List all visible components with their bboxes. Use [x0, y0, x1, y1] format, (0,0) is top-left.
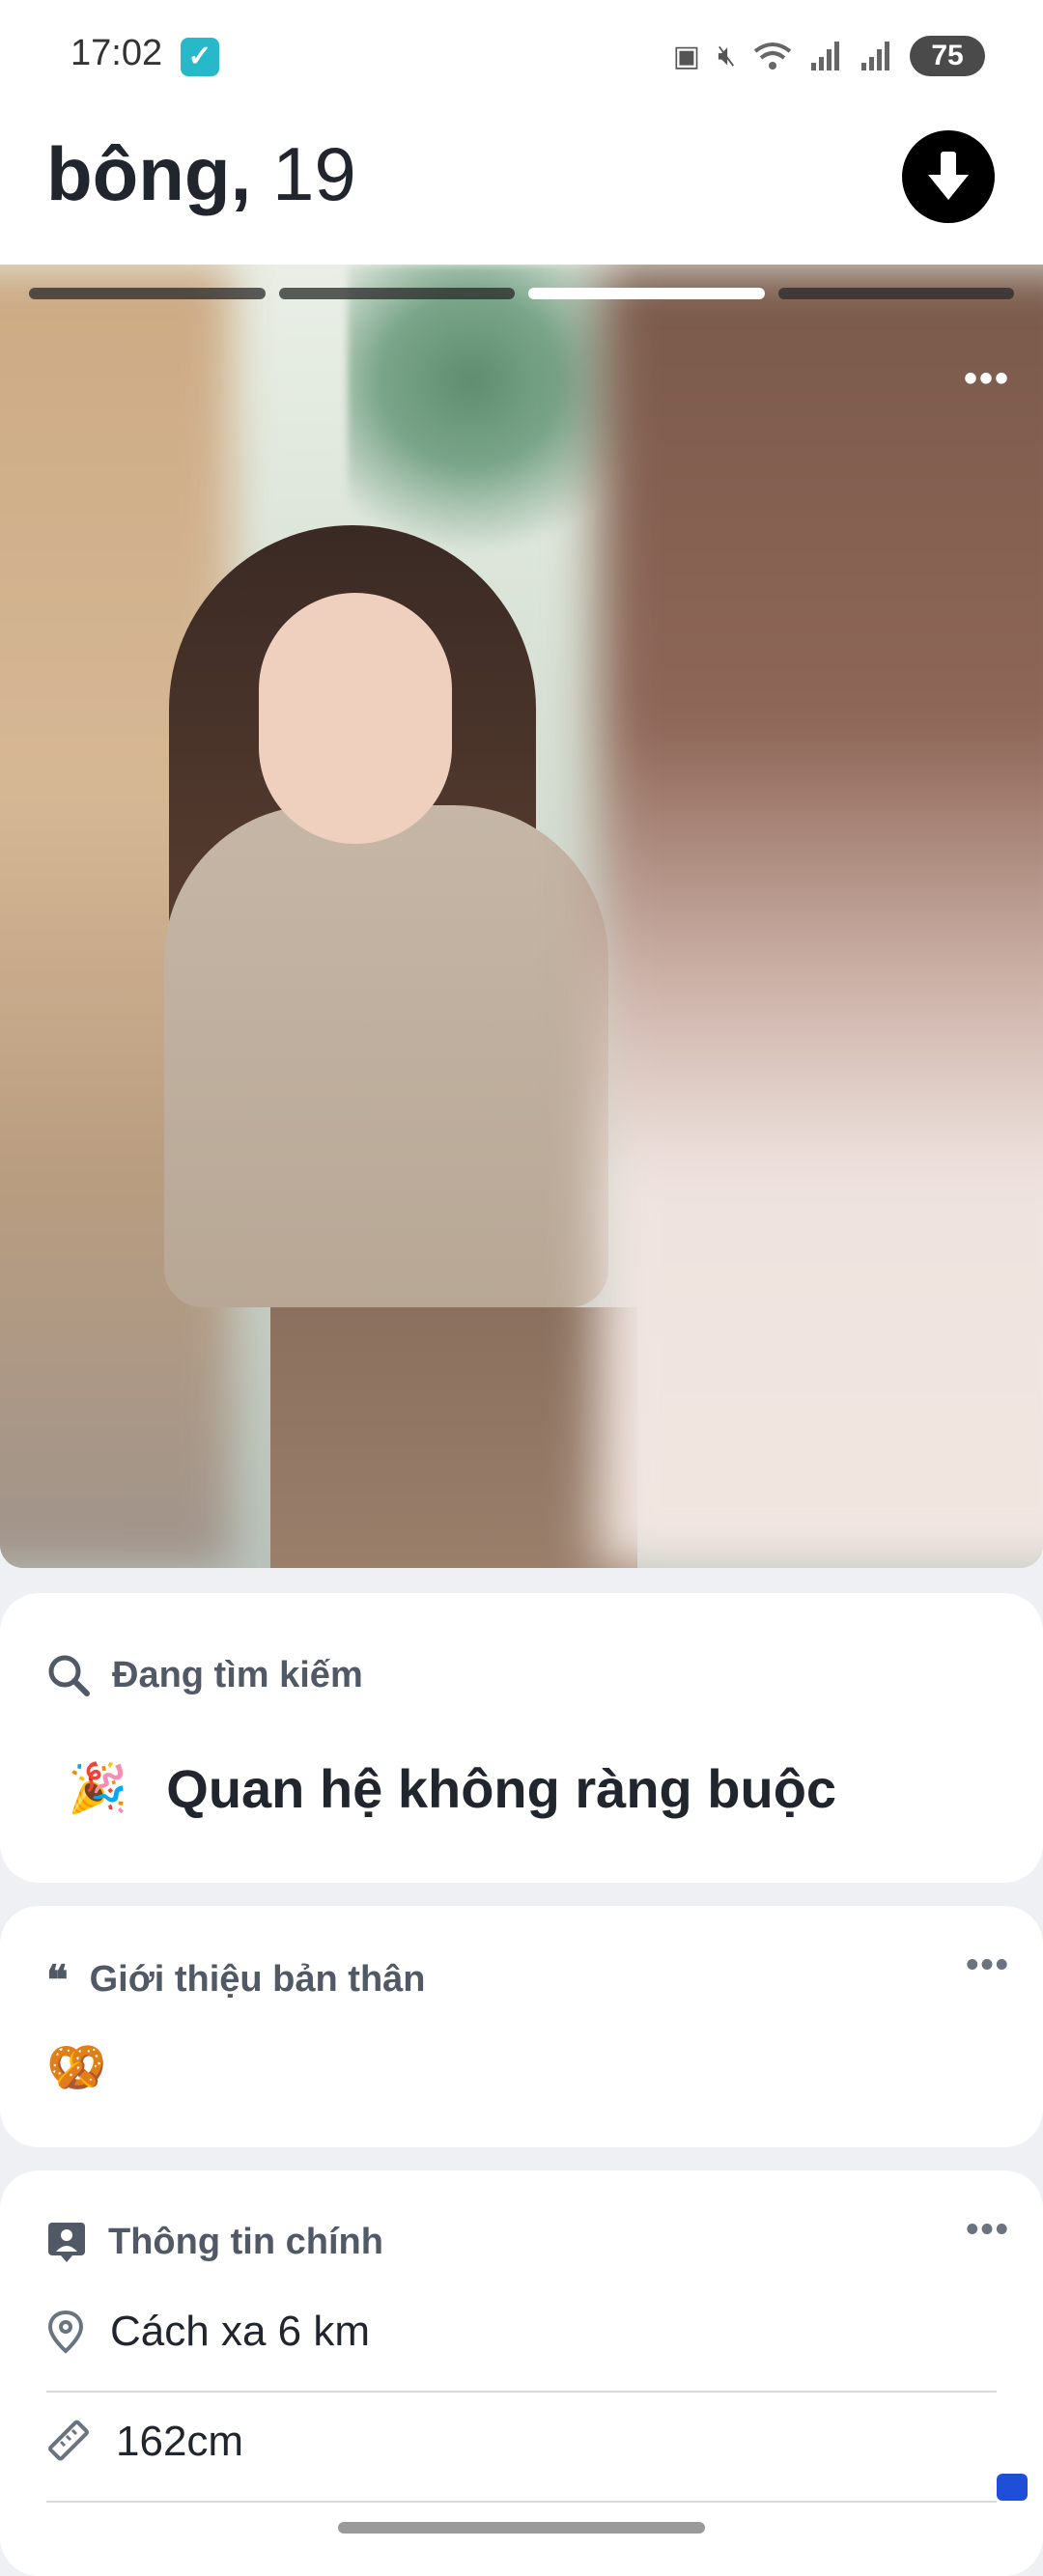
- location-pin-icon: [47, 2310, 84, 2354]
- looking-for-header: Đang tìm kiếm: [46, 1653, 363, 1697]
- pretzel-icon: 🥨: [46, 2040, 107, 2094]
- about-title: Giới thiệu bản thân: [89, 1959, 426, 2000]
- collapse-profile-button[interactable]: [902, 130, 995, 223]
- photo-more-options-button[interactable]: •••: [964, 357, 1010, 401]
- about-header: ❝ Giới thiệu bản thân: [46, 1956, 426, 2003]
- about-more-button[interactable]: •••: [966, 1945, 1010, 1986]
- profile-photo[interactable]: •••: [0, 265, 1043, 1568]
- status-bar: 17:02 ✓ ▣ 🔇︎ 75: [0, 0, 1043, 111]
- notification-icon: ▣: [672, 40, 701, 72]
- basics-title: Thông tin chính: [108, 2221, 383, 2262]
- looking-for-title: Đang tìm kiếm: [112, 1654, 363, 1695]
- quote-icon: ❝: [46, 1957, 69, 2002]
- basics-card: Thông tin chính ••• Cách xa 6 km 162cm: [0, 2170, 1043, 2576]
- basics-more-button[interactable]: •••: [966, 2209, 1010, 2251]
- person-top: [164, 805, 608, 1307]
- divider: [46, 2391, 997, 2393]
- person-face: [259, 593, 452, 844]
- status-time: 17:02: [70, 33, 163, 73]
- distance-row: Cách xa 6 km: [46, 2308, 370, 2356]
- blurred-foreground-right: [599, 265, 1043, 1568]
- photo-progress-segment-active[interactable]: [528, 288, 765, 299]
- basics-header: Thông tin chính: [46, 2221, 383, 2263]
- photo-progress-segment[interactable]: [777, 288, 1014, 299]
- home-indicator[interactable]: [338, 2522, 705, 2534]
- mute-icon: 🔇︎: [718, 40, 736, 71]
- signal-icon-2: [861, 42, 889, 70]
- floating-badge-icon[interactable]: [997, 2474, 1028, 2501]
- photo-progress-bar: [29, 288, 1014, 299]
- profile-header: bông, 19: [0, 111, 1043, 266]
- wifi-icon: [753, 42, 792, 70]
- looking-for-card: Đang tìm kiếm 🎉 Quan hệ không ràng buộc: [0, 1593, 1043, 1883]
- profile-title: bông, 19: [46, 130, 356, 218]
- profile-age: 19: [271, 131, 356, 216]
- person-skirt: [270, 1307, 637, 1568]
- height-text: 162cm: [116, 2418, 244, 2465]
- about-card: ❝ Giới thiệu bản thân ••• 🥨: [0, 1906, 1043, 2147]
- profile-card-icon: [48, 2223, 85, 2262]
- photo-progress-segment[interactable]: [278, 288, 515, 299]
- ruler-icon: [48, 2420, 89, 2461]
- distance-text: Cách xa 6 km: [110, 2308, 370, 2355]
- divider: [46, 2501, 997, 2503]
- signal-icon-1: [811, 42, 839, 70]
- photo-progress-segment[interactable]: [29, 288, 266, 299]
- check-icon: ✓: [181, 38, 219, 76]
- battery-indicator: 75: [910, 36, 985, 76]
- height-row: 162cm: [46, 2418, 243, 2466]
- looking-for-text: Quan hệ không ràng buộc: [166, 1758, 837, 1819]
- status-icons: ▣ 🔇︎ 75: [673, 35, 985, 77]
- looking-for-value: 🎉 Quan hệ không ràng buộc: [68, 1757, 836, 1820]
- party-popper-icon: 🎉: [68, 1761, 128, 1815]
- arrow-down-icon: [928, 152, 969, 200]
- profile-name: bông,: [46, 131, 252, 216]
- search-icon: [48, 1655, 90, 1696]
